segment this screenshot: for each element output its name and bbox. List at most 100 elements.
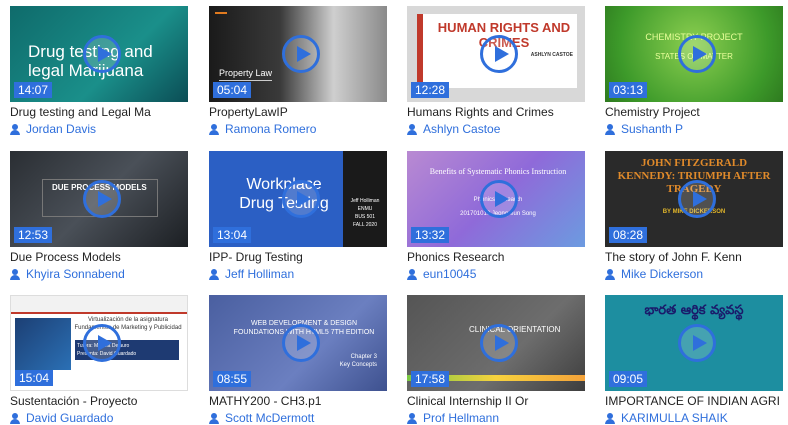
video-thumbnail[interactable]: భారత ఆర్థిక వ్యవస్థ 09:05 (605, 295, 783, 391)
video-title[interactable]: Clinical Internship II Or (407, 394, 585, 409)
user-icon (209, 269, 219, 280)
thumbnail-subtext: ASHLYN CASTOE (530, 52, 573, 58)
thumbnail-text: భారత ఆర్థిక వ్యవస్థ (644, 303, 744, 318)
play-icon[interactable] (480, 35, 518, 73)
video-duration: 12:53 (14, 227, 53, 243)
video-author[interactable]: Khyira Sonnabend (10, 267, 188, 282)
video-duration: 14:07 (14, 82, 53, 98)
video-card[interactable]: WEB DEVELOPMENT & DESIGN FOUNDATIONS WIT… (209, 295, 387, 425)
thumbnail-text: Benefits of Systematic Phonics Instructi… (429, 167, 567, 176)
video-card[interactable]: CLINICAL ORIENTATION 17:58 Clinical Inte… (407, 295, 585, 425)
play-icon[interactable] (282, 35, 320, 73)
video-thumbnail[interactable]: DUE PROCESS MODELS 12:53 (10, 151, 188, 247)
author-name: David Guardado (26, 411, 114, 425)
video-duration: 17:58 (411, 371, 450, 387)
video-thumbnail[interactable]: Property Law 05:04 (209, 6, 387, 102)
play-icon[interactable] (678, 180, 716, 218)
video-author[interactable]: Scott McDermott (209, 411, 387, 425)
video-thumbnail[interactable]: Virtualización de la asignatura Fundamen… (10, 295, 188, 391)
video-author[interactable]: Sushanth P (605, 122, 783, 137)
video-thumbnail[interactable]: CLINICAL ORIENTATION 17:58 (407, 295, 585, 391)
video-title[interactable]: IMPORTANCE OF INDIAN AGRI (605, 394, 783, 409)
video-duration: 09:05 (609, 371, 648, 387)
play-icon[interactable] (282, 180, 320, 218)
user-icon (605, 413, 615, 424)
video-author[interactable]: David Guardado (10, 411, 188, 425)
video-author[interactable]: eun10045 (407, 267, 585, 282)
video-thumbnail[interactable]: Workplace Drug Testing Jeff Holliman ENM… (209, 151, 387, 247)
video-author[interactable]: KARIMULLA SHAIK (605, 411, 783, 425)
video-card[interactable]: భారత ఆర్థిక వ్యవస్థ 09:05 IMPORTANCE OF … (605, 295, 783, 425)
user-icon (209, 413, 219, 424)
video-card[interactable]: DUE PROCESS MODELS 12:53 Due Process Mod… (10, 151, 188, 282)
video-duration: 05:04 (213, 82, 252, 98)
video-card[interactable]: HUMAN RIGHTS AND CRIMES ASHLYN CASTOE 12… (407, 6, 585, 137)
video-thumbnail[interactable]: CHEMISTRY PROJECT STATES OF MATTER 03:13 (605, 6, 783, 102)
video-card[interactable]: Virtualización de la asignatura Fundamen… (10, 295, 188, 425)
video-duration: 08:55 (213, 371, 252, 387)
author-name: Ashlyn Castoe (423, 122, 501, 136)
video-duration: 13:04 (213, 227, 252, 243)
video-thumbnail[interactable]: Drug testing and legal Marijuana 14:07 (10, 6, 188, 102)
user-icon (407, 124, 417, 135)
video-card[interactable]: CHEMISTRY PROJECT STATES OF MATTER 03:13… (605, 6, 783, 137)
thumbnail-text: Property Law (219, 68, 273, 81)
play-icon[interactable] (678, 35, 716, 73)
video-title[interactable]: IPP- Drug Testing (209, 250, 387, 265)
video-title[interactable]: Chemistry Project (605, 105, 783, 120)
video-card[interactable]: Drug testing and legal Marijuana 14:07 D… (10, 6, 188, 137)
author-name: Ramona Romero (225, 122, 317, 136)
video-title[interactable]: Due Process Models (10, 250, 188, 265)
video-thumbnail[interactable]: WEB DEVELOPMENT & DESIGN FOUNDATIONS WIT… (209, 295, 387, 391)
user-icon (10, 269, 20, 280)
video-title[interactable]: The story of John F. Kenn (605, 250, 783, 265)
video-duration: 03:13 (609, 82, 648, 98)
user-icon (605, 269, 615, 280)
video-duration: 15:04 (15, 370, 54, 386)
play-icon[interactable] (83, 180, 121, 218)
video-card[interactable]: Benefits of Systematic Phonics Instructi… (407, 151, 585, 282)
video-thumbnail[interactable]: Benefits of Systematic Phonics Instructi… (407, 151, 585, 247)
slide-image (15, 318, 71, 370)
author-name: Prof Hellmann (423, 411, 500, 425)
author-name: Sushanth P (621, 122, 684, 136)
video-title[interactable]: PropertyLawIP (209, 105, 387, 120)
user-icon (10, 124, 20, 135)
author-name: KARIMULLA SHAIK (621, 411, 728, 425)
play-icon[interactable] (83, 324, 121, 362)
accent-bar (215, 12, 227, 14)
play-icon[interactable] (480, 180, 518, 218)
video-thumbnail[interactable]: HUMAN RIGHTS AND CRIMES ASHLYN CASTOE 12… (407, 6, 585, 102)
video-title[interactable]: Sustentación - Proyecto (10, 394, 188, 409)
video-duration: 08:28 (609, 227, 648, 243)
video-author[interactable]: Ashlyn Castoe (407, 122, 585, 137)
user-icon (10, 413, 20, 424)
play-icon[interactable] (480, 324, 518, 362)
video-duration: 12:28 (411, 82, 450, 98)
video-title[interactable]: Phonics Research (407, 250, 585, 265)
video-title[interactable]: Drug testing and Legal Ma (10, 105, 188, 120)
play-icon[interactable] (282, 324, 320, 362)
video-author[interactable]: Jordan Davis (10, 122, 188, 137)
user-icon (407, 413, 417, 424)
video-card[interactable]: Workplace Drug Testing Jeff Holliman ENM… (209, 151, 387, 282)
video-author[interactable]: Prof Hellmann (407, 411, 585, 425)
author-name: Jeff Holliman (225, 267, 295, 281)
author-name: Khyira Sonnabend (26, 267, 125, 281)
play-icon[interactable] (678, 324, 716, 362)
video-grid: Drug testing and legal Marijuana 14:07 D… (10, 6, 788, 425)
video-title[interactable]: Humans Rights and Crimes (407, 105, 585, 120)
video-thumbnail[interactable]: JOHN FITZGERALD KENNEDY: TRIUMPH AFTER T… (605, 151, 783, 247)
video-card[interactable]: Property Law 05:04 PropertyLawIP Ramona … (209, 6, 387, 137)
author-name: Jordan Davis (26, 122, 97, 136)
video-author[interactable]: Ramona Romero (209, 122, 387, 137)
author-name: eun10045 (423, 267, 477, 281)
thumbnail-subtext: Chapter 3 Key Concepts (339, 354, 377, 368)
video-card[interactable]: JOHN FITZGERALD KENNEDY: TRIUMPH AFTER T… (605, 151, 783, 282)
user-icon (407, 269, 417, 280)
video-author[interactable]: Mike Dickerson (605, 267, 783, 282)
play-icon[interactable] (83, 35, 121, 73)
video-author[interactable]: Jeff Holliman (209, 267, 387, 282)
video-title[interactable]: MATHY200 - CH3.p1 (209, 394, 387, 409)
author-name: Mike Dickerson (621, 267, 704, 281)
